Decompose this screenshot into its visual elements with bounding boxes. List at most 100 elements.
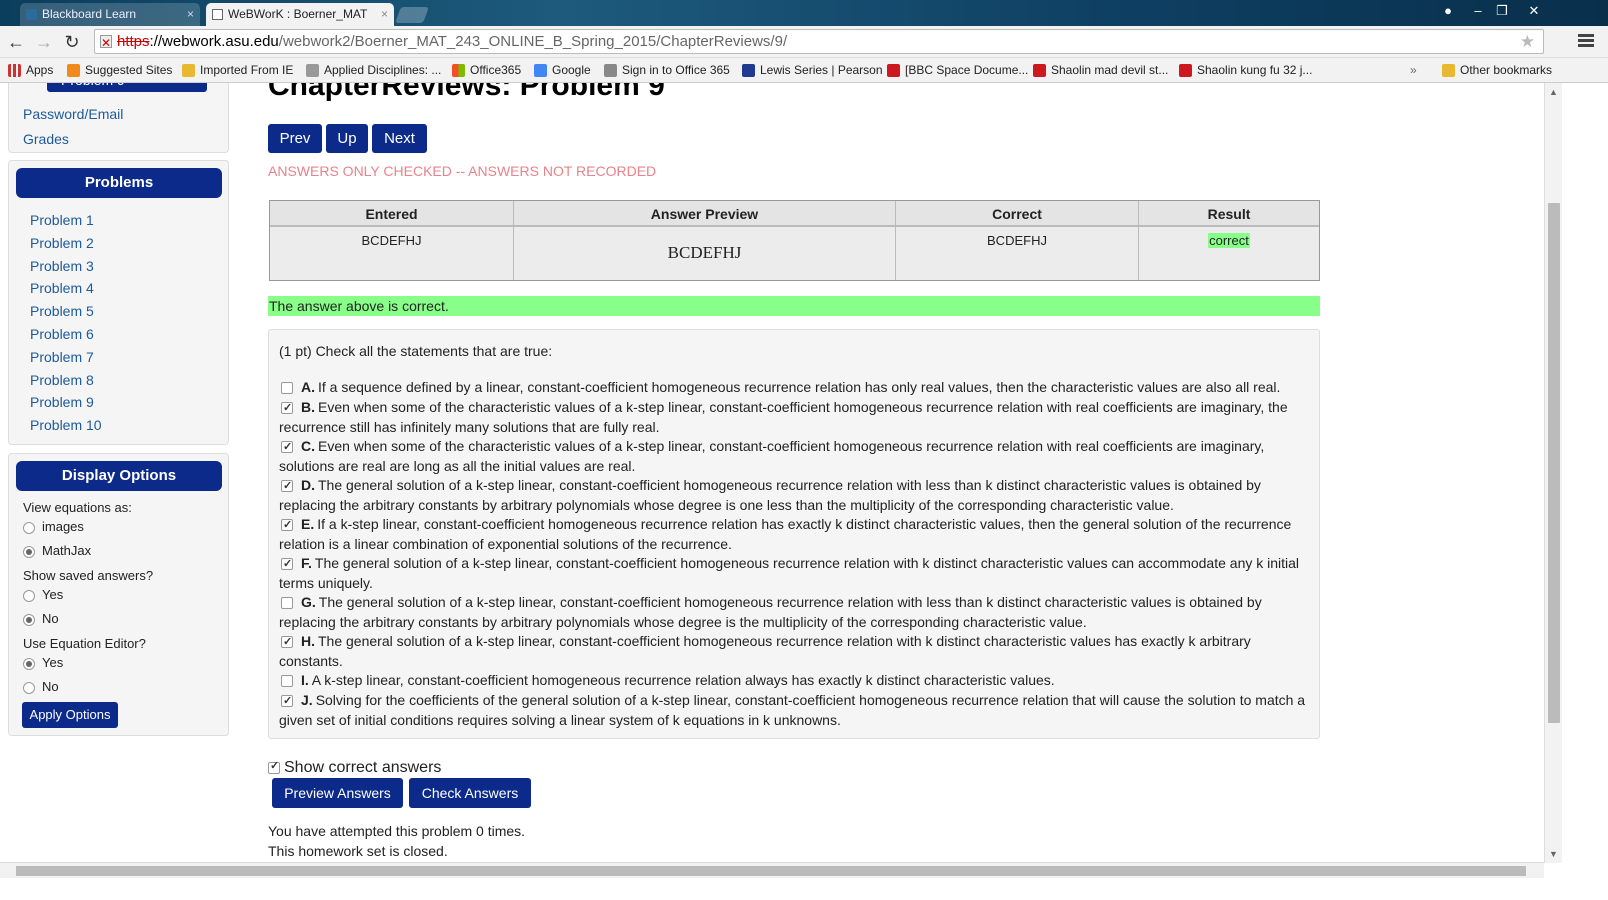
- bookmark-office-signin[interactable]: Sign in to Office 365: [604, 62, 730, 79]
- prev-button[interactable]: Prev: [268, 124, 322, 153]
- radio-saved-yes[interactable]: [23, 590, 35, 602]
- bookmark-imported-ie[interactable]: Imported From IE: [182, 62, 293, 79]
- reload-icon[interactable]: ↻: [61, 31, 83, 53]
- problem-link-8[interactable]: Problem 8: [30, 372, 94, 388]
- apply-options-button[interactable]: Apply Options: [22, 702, 118, 728]
- bookmark-applied-disciplines[interactable]: Applied Disciplines: ...: [306, 62, 441, 79]
- new-tab-button[interactable]: [395, 7, 429, 23]
- radio-editor-yes[interactable]: [23, 658, 35, 670]
- browser-toolbar: ← → ↻ https://webwork.asu.edu/webwork2/B…: [0, 26, 1608, 58]
- results-header-correct: Correct: [896, 201, 1138, 227]
- bookmark-shaolin-kungfu[interactable]: Shaolin kung fu 32 j...: [1179, 62, 1312, 79]
- radio-images[interactable]: [23, 522, 35, 534]
- view-equations-label: View equations as:: [23, 500, 132, 515]
- bookmark-office365[interactable]: Office365: [452, 62, 521, 79]
- bookmark-label: Shaolin kung fu 32 j...: [1197, 63, 1313, 77]
- scroll-down-arrow-icon[interactable]: ▼: [1549, 849, 1558, 859]
- statement-j-checkbox[interactable]: [281, 692, 293, 712]
- statement-f: F.The general solution of a k-step linea…: [279, 554, 1315, 593]
- sidebar-item-password-email[interactable]: Password/Email: [23, 106, 123, 122]
- office-signin-icon: [604, 64, 617, 77]
- bookmarks-bar: Apps Suggested Sites Imported From IE Ap…: [0, 58, 1608, 83]
- up-button[interactable]: Up: [326, 124, 368, 153]
- chrome-menu-icon[interactable]: [1576, 32, 1596, 50]
- statement-f-letter: F.: [301, 555, 312, 571]
- problem-link-1[interactable]: Problem 1: [30, 212, 94, 228]
- problem-link-4[interactable]: Problem 4: [30, 280, 94, 296]
- vertical-scrollbar[interactable]: ▲ ▼: [1544, 83, 1562, 863]
- tab-close-icon[interactable]: ×: [187, 3, 194, 25]
- statement-b-checkbox[interactable]: [281, 399, 293, 419]
- statement-e-checkbox[interactable]: [281, 516, 293, 536]
- radio-saved-no[interactable]: [23, 614, 35, 626]
- statement-d-checkbox[interactable]: [281, 477, 293, 497]
- radio-mathjax[interactable]: [23, 546, 35, 558]
- problem-link-9[interactable]: Problem 9: [30, 394, 94, 410]
- statement-g: G. The general solution of a k-step linea…: [279, 593, 1315, 632]
- tab-webwork[interactable]: WeBWorK : Boerner_MAT ×: [206, 3, 394, 26]
- office-icon: [452, 64, 465, 77]
- problem-link-10[interactable]: Problem 10: [30, 417, 102, 433]
- check-answers-button[interactable]: Check Answers: [409, 778, 531, 808]
- problem-link-5[interactable]: Problem 5: [30, 303, 94, 319]
- statement-d-letter: D.: [301, 477, 315, 493]
- bookmark-star-icon[interactable]: ★: [1520, 30, 1535, 53]
- vertical-scroll-thumb[interactable]: [1548, 203, 1560, 723]
- show-correct-answers-checkbox[interactable]: [268, 759, 280, 774]
- statement-b: B.Even when some of the characteristic v…: [279, 398, 1315, 437]
- bookmark-google[interactable]: Google: [534, 62, 591, 79]
- sidebar-item-problem-9-active[interactable]: Problem 9: [47, 83, 207, 92]
- radio-editor-no[interactable]: [23, 682, 35, 694]
- close-window-icon[interactable]: ✕: [1522, 2, 1546, 20]
- bookmark-shaolin-mad[interactable]: Shaolin mad devil st...: [1033, 62, 1168, 79]
- problem-link-7[interactable]: Problem 7: [30, 349, 94, 365]
- show-correct-answers-label[interactable]: Show correct answers: [284, 759, 441, 776]
- statement-a: A. If a sequence defined by a linear, con…: [279, 378, 1315, 398]
- insecure-lock-icon[interactable]: [100, 32, 112, 55]
- bookmark-pearson[interactable]: Lewis Series | Pearson: [742, 62, 883, 79]
- forward-arrow-icon[interactable]: →: [33, 31, 55, 53]
- tab-close-icon[interactable]: ×: [381, 3, 388, 25]
- bookmark-suggested-sites[interactable]: Suggested Sites: [67, 62, 172, 79]
- preview-answers-button[interactable]: Preview Answers: [272, 778, 403, 808]
- problem-link-2[interactable]: Problem 2: [30, 235, 94, 251]
- set-closed-text: This homework set is closed.: [268, 843, 448, 859]
- scroll-up-arrow-icon[interactable]: ▲: [1549, 87, 1558, 97]
- statement-i-letter: I.: [301, 672, 309, 688]
- tab-blackboard[interactable]: Blackboard Learn ×: [20, 3, 200, 26]
- next-button[interactable]: Next: [372, 124, 427, 153]
- blackboard-favicon-icon: [26, 9, 37, 20]
- results-header-entered: Entered: [270, 201, 513, 227]
- more-bookmarks-chevron-icon[interactable]: »: [1410, 62, 1417, 79]
- statement-j-text: Solving for the coefficients of the gene…: [279, 692, 1306, 728]
- statement-i-checkbox[interactable]: [281, 675, 293, 687]
- bookmark-apps[interactable]: Apps: [8, 62, 53, 79]
- bookmark-label: Google: [552, 63, 591, 77]
- statement-e-letter: E.: [301, 516, 315, 532]
- restore-icon[interactable]: ❐: [1490, 2, 1514, 20]
- results-header-result: Result: [1139, 201, 1319, 227]
- suggested-icon: [67, 64, 80, 77]
- youtube-icon: [1033, 64, 1046, 77]
- horizontal-scroll-thumb[interactable]: [16, 866, 1526, 876]
- problem-link-6[interactable]: Problem 6: [30, 326, 94, 342]
- user-icon[interactable]: ●: [1436, 2, 1460, 20]
- back-arrow-icon[interactable]: ←: [5, 31, 27, 53]
- sidebar-item-grades[interactable]: Grades: [23, 131, 69, 147]
- bookmark-other[interactable]: Other bookmarks: [1442, 62, 1552, 79]
- minimize-icon[interactable]: –: [1466, 2, 1490, 20]
- statement-a-checkbox[interactable]: [281, 382, 293, 394]
- statement-c-checkbox[interactable]: [281, 438, 293, 458]
- statement-g-text: The general solution of a k-step linear,…: [279, 594, 1262, 630]
- statement-g-checkbox[interactable]: [281, 597, 293, 609]
- problems-panel-title: Problems: [16, 168, 222, 198]
- horizontal-scrollbar[interactable]: [0, 862, 1544, 878]
- problem-link-3[interactable]: Problem 3: [30, 258, 94, 274]
- bookmark-bbc-space[interactable]: [BBC Space Docume...: [887, 62, 1028, 79]
- statement-h: H.The general solution of a k-step linea…: [279, 632, 1315, 671]
- statement-f-checkbox[interactable]: [281, 555, 293, 575]
- pearson-icon: [742, 64, 755, 77]
- statement-h-checkbox[interactable]: [281, 633, 293, 653]
- address-bar[interactable]: https://webwork.asu.edu/webwork2/Boerner…: [94, 29, 1544, 55]
- youtube-icon: [1179, 64, 1192, 77]
